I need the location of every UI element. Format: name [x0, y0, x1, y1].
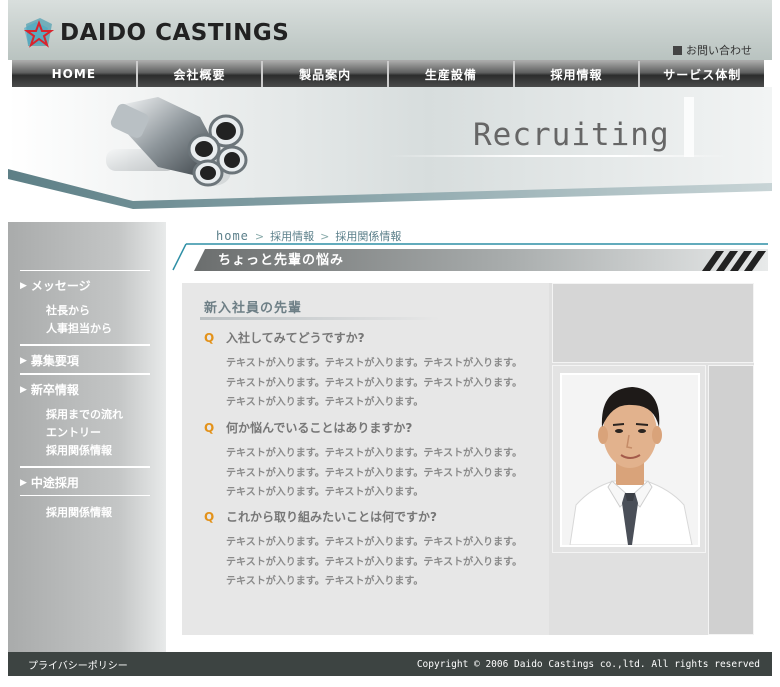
answer-line: テキストが入ります。テキストが入ります。テキストが入ります。 — [226, 537, 523, 548]
nav-products[interactable]: 製品案内 — [263, 61, 390, 87]
site-footer: プライバシーポリシー Copyright © 2006 Daido Castin… — [8, 652, 772, 676]
page-title: ちょっと先輩の悩み — [218, 253, 345, 268]
question-text: 入社してみてどうですか? — [226, 331, 365, 345]
q-mark-icon: Q — [204, 330, 215, 345]
site-logo[interactable]: DAIDO CASTINGS — [22, 18, 289, 48]
q-mark-icon: Q — [204, 509, 215, 524]
qa-item: Q これから取り組みたいことは何ですか? テキストが入ります。テキストが入ります… — [204, 508, 544, 592]
decorative-box — [552, 283, 754, 363]
sidebar-item-message[interactable]: ▶ メッセージ — [20, 270, 150, 298]
sidebar-item-label: メッセージ — [30, 279, 91, 293]
sidebar-group-requirements: ▶ 募集要項 — [20, 345, 150, 374]
question-text: 何か悩んでいることはありますか? — [226, 421, 413, 435]
sidebar-subitem-info[interactable]: 採用関係情報 — [46, 442, 150, 460]
square-bullet-icon — [673, 45, 682, 55]
answer-line: テキストが入ります。テキストが入ります。テキストが入ります。 — [226, 358, 523, 369]
section-title: 新入社員の先輩 — [204, 301, 303, 316]
content-panel: 新入社員の先輩 Q 入社してみてどうですか? テキストが入ります。テキストが入り… — [182, 283, 754, 635]
question: Q 入社してみてどうですか? — [204, 329, 544, 346]
answer-line: テキストが入ります。テキストが入ります。テキストが入ります。 — [226, 467, 523, 479]
answer-line: テキストが入ります。テキストが入ります。テキストが入ります。 — [226, 556, 523, 568]
sidebar-group-newgrad: ▶ 新卒情報 採用までの流れ エントリー 採用関係情報 — [20, 374, 150, 467]
decorative-box — [552, 555, 706, 635]
breadcrumb: home > 採用情報 > 採用関係情報 — [216, 228, 401, 244]
contact-link[interactable]: お問い合わせ — [673, 42, 752, 58]
question: Q 何か悩んでいることはありますか? — [204, 419, 544, 436]
answer: テキストが入ります。テキストが入ります。テキストが入ります。 テキストが入ります… — [226, 354, 544, 413]
recruit-banner: Recruiting — [8, 87, 772, 222]
answer-line: テキストが入ります。テキストが入ります。テキストが入ります。 — [226, 377, 523, 389]
sidebar: ▶ メッセージ 社長から 人事担当から ▶ 募集要項 ▶ 新卒情報 採用までの流… — [8, 222, 166, 652]
logo-star-icon — [22, 18, 56, 48]
global-nav: HOME 会社概要 製品案内 生産設備 採用情報 サービス体制 — [12, 60, 765, 87]
answer: テキストが入ります。テキストが入ります。テキストが入ります。 テキストが入ります… — [226, 444, 544, 503]
privacy-policy-link[interactable]: プライバシーポリシー — [28, 657, 128, 672]
sidebar-item-requirements[interactable]: ▶ 募集要項 — [20, 345, 150, 373]
banner-title: Recruiting — [473, 117, 670, 153]
q-mark-icon: Q — [204, 420, 215, 435]
breadcrumb-separator: > — [320, 230, 330, 243]
answer-line: テキストが入ります。テキストが入ります。テキストが入ります。 — [226, 448, 523, 459]
copyright-text: Copyright © 2006 Daido Castings co.,ltd.… — [416, 658, 760, 670]
sidebar-subitem-entry[interactable]: エントリー — [46, 424, 150, 442]
qa-item: Q 何か悩んでいることはありますか? テキストが入ります。テキストが入ります。テ… — [204, 419, 544, 503]
sidebar-item-newgrad[interactable]: ▶ 新卒情報 — [20, 374, 150, 402]
answer-line: テキストが入ります。テキストが入ります。 — [226, 487, 424, 498]
breadcrumb-current: 採用関係情報 — [335, 230, 402, 243]
breadcrumb-home[interactable]: home — [216, 229, 249, 243]
sidebar-group-message: ▶ メッセージ 社長から 人事担当から — [20, 270, 150, 345]
sidebar-item-midcareer[interactable]: ▶ 中途採用 — [20, 467, 150, 495]
qa-item: Q 入社してみてどうですか? テキストが入ります。テキストが入ります。テキストが… — [204, 329, 544, 413]
triangle-right-icon: ▶ — [20, 280, 27, 291]
breadcrumb-recruit[interactable]: 採用情報 — [270, 228, 314, 244]
site-header: DAIDO CASTINGS お問い合わせ — [0, 0, 780, 60]
logo-text: DAIDO CASTINGS — [60, 20, 290, 46]
sidebar-item-label: 新卒情報 — [30, 383, 79, 397]
nav-recruit[interactable]: 採用情報 — [514, 61, 641, 87]
page-title-bar: ちょっと先輩の悩み — [172, 243, 768, 271]
photo-frame — [552, 365, 706, 553]
nav-home[interactable]: HOME — [12, 61, 138, 87]
interview-section: 新入社員の先輩 Q 入社してみてどうですか? テキストが入ります。テキストが入り… — [182, 283, 549, 635]
question: Q これから取り組みたいことは何ですか? — [204, 508, 544, 525]
triangle-right-icon: ▶ — [20, 477, 27, 488]
triangle-right-icon: ▶ — [20, 384, 27, 395]
nav-company[interactable]: 会社概要 — [137, 61, 264, 87]
nav-service[interactable]: サービス体制 — [640, 61, 765, 87]
contact-label: お問い合わせ — [686, 44, 752, 57]
nav-facilities[interactable]: 生産設備 — [389, 61, 515, 87]
sidebar-group-midcareer: ▶ 中途採用 — [20, 467, 150, 496]
banner-highlight-line — [388, 155, 728, 157]
sidebar-menu: ▶ メッセージ 社長から 人事担当から ▶ 募集要項 ▶ 新卒情報 採用までの流… — [20, 270, 150, 528]
triangle-right-icon: ▶ — [20, 355, 27, 366]
sidebar-subitems: 社長から 人事担当から — [20, 298, 150, 344]
answer-line: テキストが入ります。テキストが入ります。 — [226, 397, 424, 408]
breadcrumb-separator: > — [254, 230, 265, 243]
question-text: これから取り組みたいことは何ですか? — [226, 510, 437, 524]
sidebar-subitem-hr[interactable]: 人事担当から — [46, 320, 150, 338]
sidebar-subitems: 採用までの流れ エントリー 採用関係情報 — [20, 402, 150, 466]
sidebar-item-label: 中途採用 — [30, 476, 79, 490]
sidebar-item-label: 募集要項 — [30, 354, 79, 368]
sidebar-subitems: 採用関係情報 — [20, 496, 150, 528]
answer: テキストが入ります。テキストが入ります。テキストが入ります。 テキストが入ります… — [226, 533, 544, 592]
employee-portrait-image — [562, 375, 698, 545]
section-title-underline — [200, 317, 440, 320]
decorative-box — [708, 365, 754, 635]
answer-line: テキストが入ります。テキストが入ります。 — [226, 576, 424, 587]
employee-photo — [560, 373, 700, 547]
sidebar-subitem-flow[interactable]: 採用までの流れ — [46, 406, 150, 424]
sidebar-subitem-midcareer-info[interactable]: 採用関係情報 — [46, 504, 150, 522]
sidebar-subitem-president[interactable]: 社長から — [46, 302, 150, 320]
